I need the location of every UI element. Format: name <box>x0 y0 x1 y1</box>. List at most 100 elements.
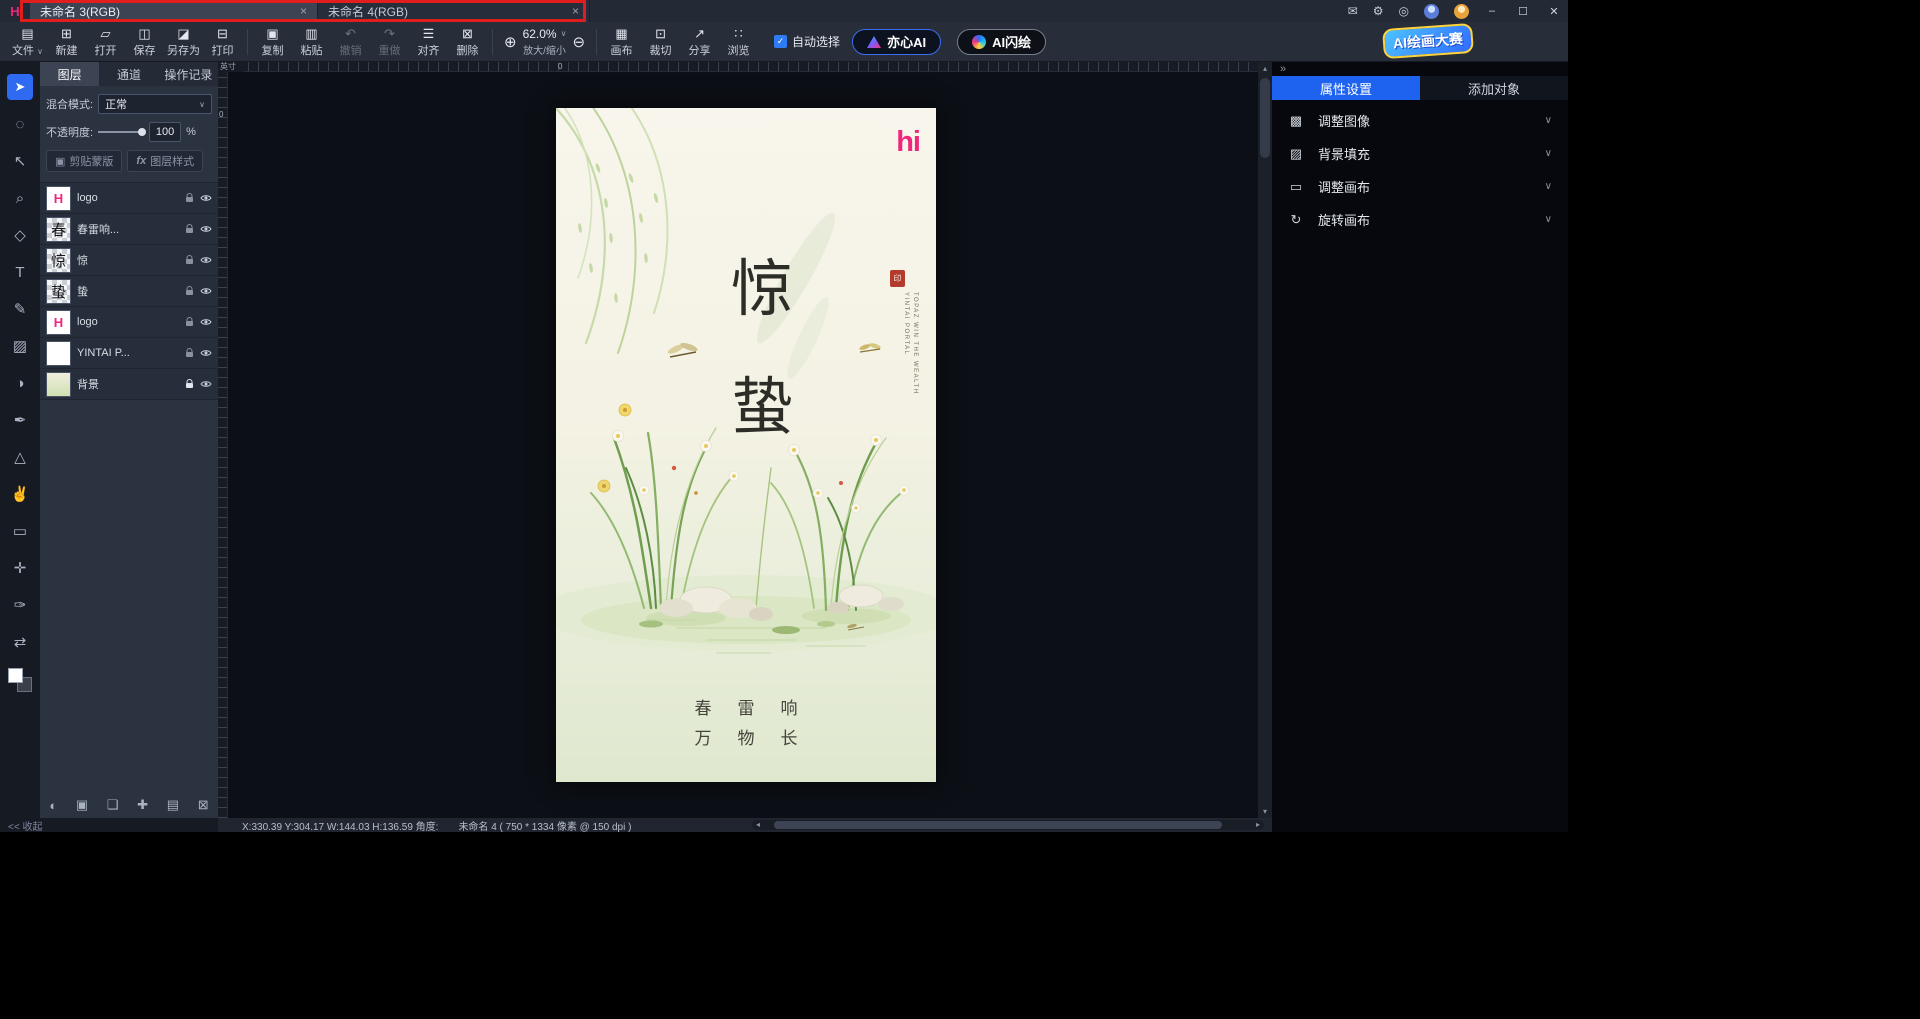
horizontal-scroll-thumb[interactable] <box>774 821 1222 829</box>
layer-row-logo-2[interactable]: H logo <box>40 307 218 338</box>
chevron-down-icon[interactable]: ∨ <box>561 29 567 38</box>
toolbar-item-print[interactable]: ⊟ 打印 <box>203 26 242 58</box>
ai-contest-badge[interactable]: AI绘画大赛 <box>1382 23 1474 59</box>
opacity-slider[interactable] <box>98 131 144 133</box>
opacity-value[interactable]: 100 <box>149 122 181 142</box>
toolbar-item-delete[interactable]: ⊠ 删除 <box>448 26 487 58</box>
color-swatches[interactable] <box>8 668 32 692</box>
blend-mode-select[interactable]: 正常 ∨ <box>98 94 212 114</box>
layer-row-yintai[interactable]: YINTAI P... <box>40 338 218 369</box>
toolbar-item-save-as[interactable]: ◪ 另存为 <box>164 26 203 58</box>
vertical-scrollbar[interactable]: ▴ ▾ <box>1258 62 1272 818</box>
direct-select-tool[interactable]: ↖ <box>7 148 33 174</box>
pattern-stamp-tool[interactable]: ▨ <box>7 333 33 359</box>
lock-icon[interactable] <box>185 286 194 296</box>
vertical-scroll-thumb[interactable] <box>1260 78 1270 158</box>
visibility-eye-icon[interactable] <box>200 256 212 264</box>
zoom-tool[interactable]: ⌕ <box>7 185 33 211</box>
lock-icon-locked[interactable] <box>185 379 194 389</box>
layer-row-jing[interactable]: 惊 惊 <box>40 245 218 276</box>
toolbar-item-crop[interactable]: ⊡ 裁切 <box>641 26 680 58</box>
toolbar-item-redo[interactable]: ↷ 重做 <box>370 26 409 58</box>
delete-layer-icon[interactable]: ⊠ <box>198 797 209 813</box>
layer-style-button[interactable]: fx 图层样式 <box>127 150 203 172</box>
swap-colors-tool[interactable]: ⇄ <box>7 629 33 655</box>
hand-tool[interactable]: ✌ <box>7 481 33 507</box>
settings-icon[interactable]: ⚙ <box>1373 4 1384 18</box>
visibility-eye-icon[interactable] <box>200 287 212 295</box>
tab-close-icon[interactable]: × <box>300 4 307 18</box>
pen-tool[interactable]: ✒ <box>7 407 33 433</box>
layer-row-slogan[interactable]: 春 春雷响... <box>40 214 218 245</box>
lock-icon[interactable] <box>185 193 194 203</box>
minimize-button[interactable]: – <box>1484 5 1500 17</box>
mail-icon[interactable]: ✉ <box>1348 4 1358 18</box>
crop-tool[interactable]: ▭ <box>7 518 33 544</box>
tab-channels[interactable]: 通道 <box>99 62 158 86</box>
visibility-eye-icon[interactable] <box>200 318 212 326</box>
toolbar-item-canvas[interactable]: ▦ 画布 <box>602 26 641 58</box>
toolbar-item-copy[interactable]: ▣ 复制 <box>253 26 292 58</box>
yixin-ai-button[interactable]: 亦心AI <box>852 29 941 55</box>
maximize-button[interactable]: ☐ <box>1515 5 1531 18</box>
ai-flash-button[interactable]: AI闪绘 <box>957 29 1046 55</box>
lock-icon[interactable] <box>185 224 194 234</box>
scroll-up-icon[interactable]: ▴ <box>1263 64 1267 73</box>
toolbar-item-undo[interactable]: ↶ 撤销 <box>331 26 370 58</box>
opacity-slider-knob[interactable] <box>138 128 146 136</box>
toolbar-item-paste[interactable]: ▥ 粘贴 <box>292 26 331 58</box>
layer-row-logo-1[interactable]: H logo <box>40 183 218 214</box>
brush-tool[interactable]: ✎ <box>7 296 33 322</box>
toolbar-item-file[interactable]: ▤ 文件 ∨ <box>8 26 47 58</box>
scroll-left-icon[interactable]: ◂ <box>752 820 764 830</box>
checkbox-checked-icon[interactable]: ✓ <box>774 35 787 48</box>
poster-document[interactable]: hi 惊 蛰 印 YINTAI PORTAL TOPAZ WIN THE WEA… <box>556 108 936 782</box>
eyedropper-tool[interactable]: ✑ <box>7 592 33 618</box>
zoom-value[interactable]: 62.0% <box>523 27 557 41</box>
vip-avatar[interactable] <box>1454 4 1469 19</box>
foreground-color-swatch[interactable] <box>8 668 23 683</box>
visibility-eye-icon[interactable] <box>200 194 212 202</box>
lock-icon[interactable] <box>185 348 194 358</box>
tab-layers[interactable]: 图层 <box>40 62 99 86</box>
toolbar-item-share[interactable]: ↗ 分享 <box>680 26 719 58</box>
tab-close-icon[interactable]: × <box>572 4 579 18</box>
heal-tool[interactable]: ✛ <box>7 555 33 581</box>
panel-item-adjust-canvas[interactable]: ▭ 调整画布 ∨ <box>1272 170 1568 203</box>
gradient-sphere-tool[interactable]: ◑ <box>7 370 33 396</box>
doc-tab-2[interactable]: 未命名 4(RGB) × <box>318 0 590 22</box>
layer-row-background[interactable]: 背景 <box>40 369 218 400</box>
tab-add-object[interactable]: 添加对象 <box>1420 76 1568 100</box>
toolbar-item-save[interactable]: ◫ 保存 <box>125 26 164 58</box>
toolbar-item-align[interactable]: ☰ 对齐 <box>409 26 448 58</box>
canvas-viewport[interactable]: 英寸 0 0 <box>218 62 1272 818</box>
toolbar-item-open[interactable]: ▱ 打开 <box>86 26 125 58</box>
lock-icon[interactable] <box>185 317 194 327</box>
toolbar-item-browse[interactable]: ∷ 浏览 <box>719 26 758 58</box>
scroll-right-icon[interactable]: ▸ <box>1252 820 1264 830</box>
layer-row-zhe[interactable]: 蛰 蛰 <box>40 276 218 307</box>
zoom-in-icon[interactable]: ⊕ <box>504 33 517 51</box>
visibility-eye-icon[interactable] <box>200 380 212 388</box>
horizontal-scrollbar[interactable]: ◂ ▸ <box>752 820 1264 830</box>
explore-icon[interactable]: ◎ <box>1399 4 1409 18</box>
lock-icon[interactable] <box>185 255 194 265</box>
text-tool[interactable]: T <box>7 259 33 285</box>
user-avatar[interactable] <box>1424 4 1439 19</box>
chevron-down-icon[interactable]: ∨ <box>1545 148 1552 159</box>
mask-icon[interactable]: ▣ <box>76 797 88 813</box>
duplicate-icon[interactable]: ❏ <box>107 797 119 813</box>
zoom-out-icon[interactable]: ⊖ <box>572 33 585 51</box>
visibility-eye-icon[interactable] <box>200 349 212 357</box>
visibility-eye-icon[interactable] <box>200 225 212 233</box>
shape-tool[interactable]: △ <box>7 444 33 470</box>
adjustment-icon[interactable]: ◐ <box>49 798 57 813</box>
marquee-tool[interactable]: ◌ <box>7 111 33 137</box>
tab-history[interactable]: 操作记录 <box>159 62 218 86</box>
panel-item-adjust-image[interactable]: ▩ 调整图像 ∨ <box>1272 104 1568 137</box>
tools-collapse-button[interactable]: << 收起 <box>0 818 218 832</box>
eraser-tool[interactable]: ◇ <box>7 222 33 248</box>
panel-collapse-button[interactable]: » <box>1280 63 1288 75</box>
chevron-down-icon[interactable]: ∨ <box>1545 115 1552 126</box>
group-icon[interactable]: ▤ <box>167 797 179 813</box>
